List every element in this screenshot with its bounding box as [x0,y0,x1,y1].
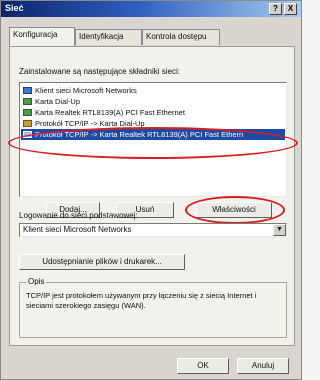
list-item-label: Karta Realtek RTL8139(A) PCI Fast Ethern… [35,108,185,117]
list-item-label: Protokół TCP/IP -> Karta Dial-Up [35,119,145,128]
close-button[interactable]: X [284,3,297,15]
window-title: Sieć [5,3,24,13]
list-item-selected[interactable]: Protokół TCP/IP -> Karta Realtek RTL8139… [21,129,285,140]
help-button[interactable]: ? [269,3,282,15]
protocol-icon [23,120,32,127]
tab-identyfikacja[interactable]: Identyfikacja [75,29,142,45]
tab-konfiguracja[interactable]: Konfiguracja [9,27,75,46]
adapter-icon [23,98,32,105]
cancel-button[interactable]: Anuluj [237,358,289,374]
network-client-icon [23,87,32,94]
list-item[interactable]: Klient sieci Microsoft Networks [21,85,285,96]
title-bar: Sieć ? X [1,1,301,17]
list-item-label: Protokół TCP/IP -> Karta Realtek RTL8139… [35,130,244,139]
description-text: TCP/IP jest protokołem używanym przy łąc… [26,291,257,310]
properties-button[interactable]: Właściwości [196,202,272,218]
description-group: Opis TCP/IP jest protokołem używanym prz… [19,277,287,338]
ok-button[interactable]: OK [177,358,229,374]
primary-logon-select[interactable]: Klient sieci Microsoft Networks ▼ [19,223,287,237]
protocol-icon [23,131,32,138]
tab-kontrola-dostepu[interactable]: Kontrola dostępu [142,29,220,45]
list-item[interactable]: Karta Dial-Up [21,96,285,107]
list-item-label: Karta Dial-Up [35,97,81,106]
list-item[interactable]: Karta Realtek RTL8139(A) PCI Fast Ethern… [21,107,285,118]
list-item-label: Klient sieci Microsoft Networks [35,86,137,95]
primary-logon-value: Klient sieci Microsoft Networks [23,225,132,234]
list-item[interactable]: Protokół TCP/IP -> Karta Dial-Up [21,118,285,129]
configuration-panel: Zainstalowane są następujące składniki s… [8,46,298,346]
file-print-sharing-button[interactable]: Udostępnianie plików i drukarek... [19,254,185,270]
adapter-icon [23,109,32,116]
components-list[interactable]: Klient sieci Microsoft Networks Karta Di… [19,82,287,197]
chevron-down-icon[interactable]: ▼ [273,224,286,236]
network-dialog: Sieć ? X Konfiguracja Identyfikacja Kont… [0,0,302,380]
primary-logon-label: Logowanie do sieci podstawowej: [19,211,138,220]
description-title: Opis [26,277,47,286]
components-label: Zainstalowane są następujące składniki s… [19,67,180,76]
